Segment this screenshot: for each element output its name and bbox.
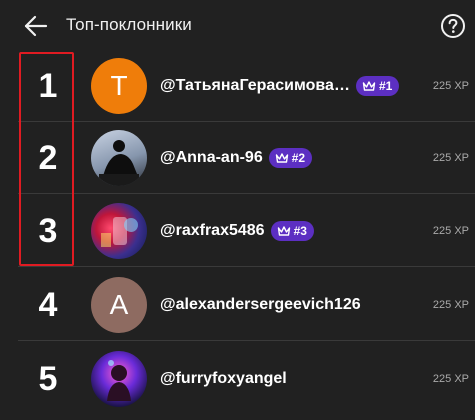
list-item[interactable]: 2 @Anna-an-96 #2 225 XP	[0, 122, 475, 194]
crown-icon	[277, 226, 290, 236]
list-item[interactable]: 4 A @alexandersergeevich126 225 XP	[0, 269, 475, 341]
page-title: Топ-поклонники	[66, 15, 192, 34]
divider	[18, 193, 475, 194]
rank-badge-label: #2	[291, 151, 306, 165]
avatar[interactable]	[91, 130, 147, 186]
list-item[interactable]: 1 T @ТатьянаГерасимова-я... #1 225 XP	[0, 50, 475, 122]
rank-badge: #2	[268, 148, 313, 168]
channel-handle[interactable]: @ТатьянаГерасимова-я...	[160, 77, 350, 95]
header: Топ-поклонники	[0, 0, 475, 50]
avatar[interactable]: T	[91, 58, 147, 114]
channel-handle[interactable]: @furryfoxyangel	[160, 370, 287, 388]
rank-badge: #3	[270, 221, 314, 241]
rank-number: 3	[38, 211, 58, 250]
rank-badge-label: #3	[293, 224, 307, 238]
crown-icon	[362, 81, 376, 91]
avatar-letter: T	[110, 70, 128, 101]
list-item[interactable]: 5 @furryfoxyangel 225 XP	[0, 343, 475, 415]
xp-value: 225 XP	[432, 225, 469, 237]
avatar-image	[99, 140, 139, 186]
channel-handle-row: @ТатьянаГерасимова-я... #1	[160, 50, 400, 122]
rank-number: 1	[38, 66, 58, 105]
xp-value: 225 XP	[432, 373, 469, 385]
rank-number: 4	[38, 285, 58, 324]
help-circle-icon	[441, 14, 465, 38]
crown-icon	[275, 153, 288, 163]
channel-handle-row: @furryfoxyangel	[160, 343, 287, 415]
channel-handle-row: @raxfrax5486 #3	[160, 195, 314, 267]
rank-number: 5	[38, 359, 58, 398]
rank-number: 2	[38, 138, 58, 177]
avatar[interactable]	[91, 203, 147, 259]
help-button[interactable]	[440, 13, 466, 39]
channel-handle-row: @Anna-an-96 #2	[160, 122, 313, 194]
avatar[interactable]: A	[91, 277, 147, 333]
divider	[18, 266, 475, 267]
avatar-letter: A	[109, 289, 129, 320]
rank-badge: #1	[356, 76, 400, 96]
xp-value: 225 XP	[432, 152, 469, 164]
back-button[interactable]	[22, 13, 50, 39]
xp-value: 225 XP	[432, 299, 469, 311]
rank-badge-label: #1	[379, 79, 393, 93]
list-item[interactable]: 3 @raxfrax5486 #3 225 XP	[0, 195, 475, 267]
arrow-left-icon	[24, 15, 48, 37]
channel-handle[interactable]: @raxfrax5486	[160, 222, 265, 240]
channel-handle[interactable]: @Anna-an-96	[160, 149, 263, 167]
channel-handle-row: @alexandersergeevich126	[160, 269, 361, 341]
avatar[interactable]	[91, 351, 147, 407]
xp-value: 225 XP	[432, 80, 469, 92]
divider	[18, 340, 475, 341]
channel-handle[interactable]: @alexandersergeevich126	[160, 296, 361, 314]
avatar-image	[101, 217, 138, 247]
avatar-image	[107, 360, 131, 401]
